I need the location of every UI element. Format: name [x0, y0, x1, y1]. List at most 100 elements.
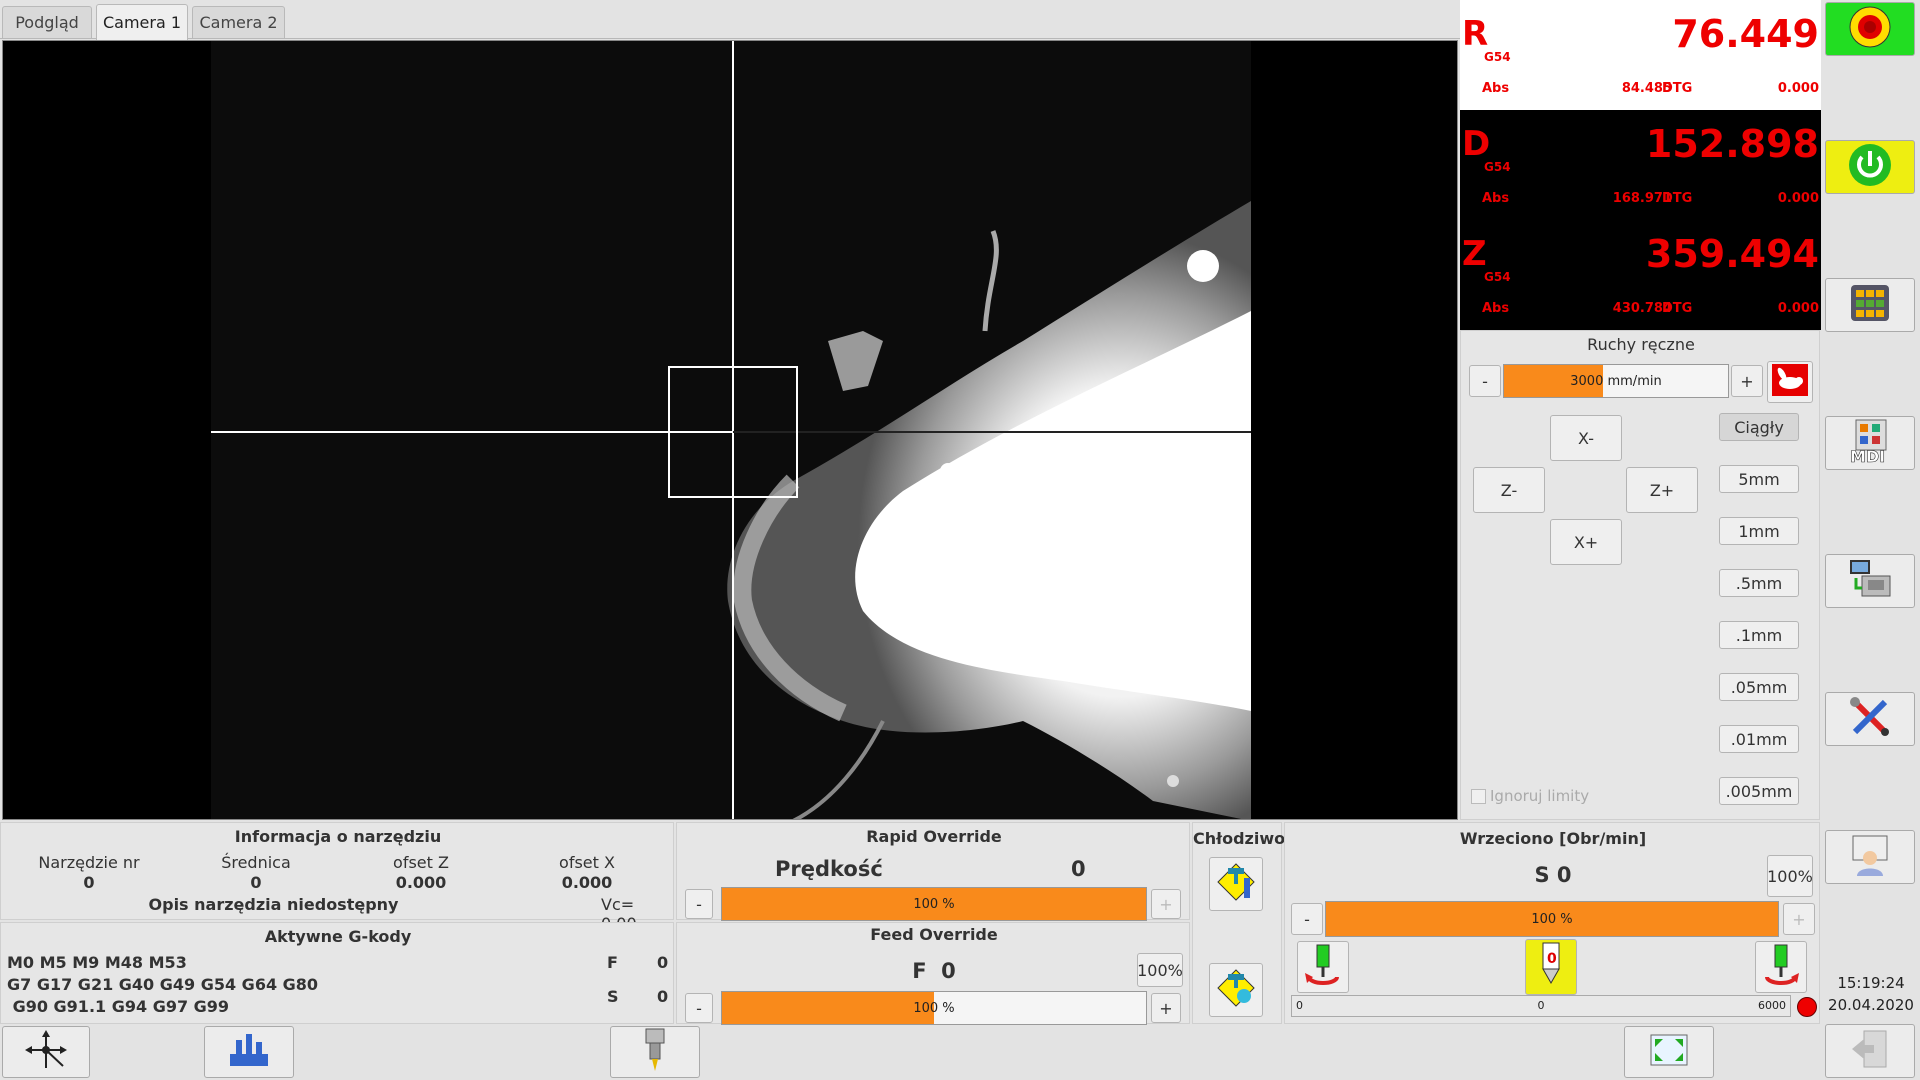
tool-nr-label: Narzędzie nr [38, 853, 140, 872]
axis-value: 76.449 [1672, 12, 1819, 56]
operator-button[interactable] [1825, 830, 1915, 884]
settings-button[interactable] [1825, 692, 1915, 746]
spindle-status-led [1797, 997, 1817, 1017]
camera-view[interactable] [2, 40, 1458, 820]
coolant-flood-button[interactable] [1209, 857, 1263, 911]
increment-0-05mm[interactable]: .05mm [1719, 673, 1799, 701]
fullscreen-button[interactable] [1624, 1026, 1714, 1078]
spindle-rpm-gauge: 0 0 6000 [1291, 995, 1791, 1017]
coord-system: G54 [1484, 160, 1511, 174]
dro-axis-d: D G54 152.898 Abs 168.971 DTG 0.000 [1460, 110, 1821, 220]
exit-button[interactable] [1825, 1024, 1915, 1078]
ignore-limits-label: Ignoruj limity [1490, 787, 1590, 805]
spindle-cw-button[interactable] [1755, 941, 1807, 993]
increment-0-5mm[interactable]: .5mm [1719, 569, 1799, 597]
auto-mode-button[interactable] [1825, 554, 1915, 608]
coolant-mist-button[interactable] [1209, 963, 1263, 1017]
dtg-label: DTG [1662, 81, 1693, 96]
spindle-cw-icon [1761, 943, 1801, 991]
jog-panel: Ruchy ręczne - 3000 mm/min + X- Z- Z+ X+… [1460, 330, 1820, 820]
mdi-mode-button[interactable]: MDI [1825, 416, 1915, 470]
checkbox-box[interactable] [1471, 788, 1486, 804]
spindle-plus-button[interactable]: + [1783, 903, 1815, 935]
axis-letter: R [1462, 14, 1489, 54]
spindle-ccw-icon [1303, 943, 1343, 991]
manual-mode-button[interactable] [1825, 278, 1915, 332]
jog-speed-minus-button[interactable]: - [1469, 365, 1501, 397]
clock-time: 15:19:24 [1837, 974, 1905, 992]
spindle-override-slider[interactable]: 100 % [1325, 901, 1779, 937]
mdi-icon: MDI [1846, 418, 1894, 468]
abs-value: 168.971 [1612, 191, 1672, 206]
increment-continuous[interactable]: Ciągły [1719, 413, 1799, 441]
home-all-button[interactable] [2, 1026, 90, 1078]
increment-0-1mm[interactable]: .1mm [1719, 621, 1799, 649]
exit-door-icon [1848, 1027, 1892, 1075]
dtg-value: 0.000 [1777, 301, 1819, 316]
camera-image [3, 41, 1457, 819]
tab-podglad[interactable]: Podgląd [2, 6, 92, 38]
rpm-scale-mid: 0 [1537, 999, 1545, 1012]
jog-speed-slider[interactable]: 3000 mm/min [1503, 364, 1729, 398]
feed-reset-button[interactable]: 100% [1137, 953, 1183, 987]
abs-label: Abs [1482, 301, 1510, 316]
jog-z-plus-button[interactable]: Z+ [1626, 467, 1698, 513]
gcodes-panel: Aktywne G-kody M0 M5 M9 M48 M53 G7 G17 G… [0, 922, 674, 1024]
rapid-plus-button[interactable]: + [1151, 889, 1181, 919]
fullscreen-icon [1649, 1033, 1689, 1071]
spindle-stop-icon: 0 [1533, 941, 1569, 993]
dro-axis-r: R G54 76.449 Abs 84.485 DTG 0.000 [1460, 0, 1821, 110]
estop-button[interactable] [1825, 2, 1915, 56]
tool-change-button[interactable] [610, 1026, 700, 1078]
jog-speed-plus-button[interactable]: + [1731, 365, 1763, 397]
power-icon [1847, 142, 1893, 192]
jog-z-minus-button[interactable]: Z- [1473, 467, 1545, 513]
gcodes-s-label: S [607, 987, 619, 1006]
diameter-value: 0 [250, 873, 262, 892]
jog-x-minus-button[interactable]: X- [1550, 415, 1622, 461]
tab-camera-2[interactable]: Camera 2 [192, 6, 285, 38]
gcodes-f-value: 0 [657, 953, 669, 972]
rapid-speed-label: Prędkość [775, 857, 883, 881]
offset-x-label: ofset X [559, 853, 615, 872]
jog-speed-text: 3000 mm/min [1570, 373, 1662, 389]
feed-override-panel: Feed Override F 0 100% - 100 % + [676, 922, 1190, 1025]
feed-override-slider[interactable]: 100 % [721, 991, 1147, 1025]
feed-minus-button[interactable]: - [685, 993, 713, 1023]
touch-off-button[interactable] [204, 1026, 294, 1078]
tools-icon [1847, 694, 1893, 744]
rapid-percent-text: 100 % [913, 896, 955, 912]
spindle-minus-button[interactable]: - [1291, 903, 1323, 935]
ignore-limits-checkbox[interactable]: Ignoruj limity [1471, 787, 1589, 805]
increment-5mm[interactable]: 5mm [1719, 465, 1799, 493]
rapid-jog-toggle-button[interactable] [1767, 361, 1813, 403]
gcodes-title: Aktywne G-kody [264, 927, 412, 946]
rapid-override-slider[interactable]: 100 % [721, 887, 1147, 921]
tool-nr-value: 0 [83, 873, 95, 892]
feed-plus-button[interactable]: + [1151, 993, 1181, 1023]
tab-camera-1[interactable]: Camera 1 [96, 4, 188, 40]
tool-info-title: Informacja o narzędziu [234, 827, 442, 846]
tool-info-panel: Informacja o narzędziu Narzędzie nr 0 Śr… [0, 822, 674, 933]
tool-holder-icon [640, 1027, 670, 1077]
spindle-stop-button[interactable]: 0 [1525, 939, 1577, 995]
rapid-speed-value: 0 [1071, 857, 1086, 881]
estop-icon [1848, 5, 1892, 53]
axis-letter: Z [1462, 234, 1487, 274]
spindle-ccw-button[interactable] [1297, 941, 1349, 993]
increment-1mm[interactable]: 1mm [1719, 517, 1799, 545]
increment-0-005mm[interactable]: .005mm [1719, 777, 1799, 805]
diameter-label: Średnica [221, 853, 291, 872]
jog-x-plus-button[interactable]: X+ [1550, 519, 1622, 565]
offset-z-value: 0.000 [395, 873, 447, 892]
gcodes-f-label: F [607, 953, 618, 972]
tab-bar: Podgląd Camera 1 Camera 2 [0, 0, 1460, 40]
rapid-minus-button[interactable]: - [685, 889, 713, 919]
spindle-reset-button[interactable]: 100% [1767, 855, 1813, 897]
machine-power-button[interactable] [1825, 140, 1915, 194]
rapid-override-title: Rapid Override [866, 827, 1002, 846]
home-axes-icon [23, 1028, 69, 1076]
increment-0-01mm[interactable]: .01mm [1719, 725, 1799, 753]
gcodes-line-1: M0 M5 M9 M48 M53 [7, 953, 187, 972]
abs-label: Abs [1482, 81, 1510, 96]
